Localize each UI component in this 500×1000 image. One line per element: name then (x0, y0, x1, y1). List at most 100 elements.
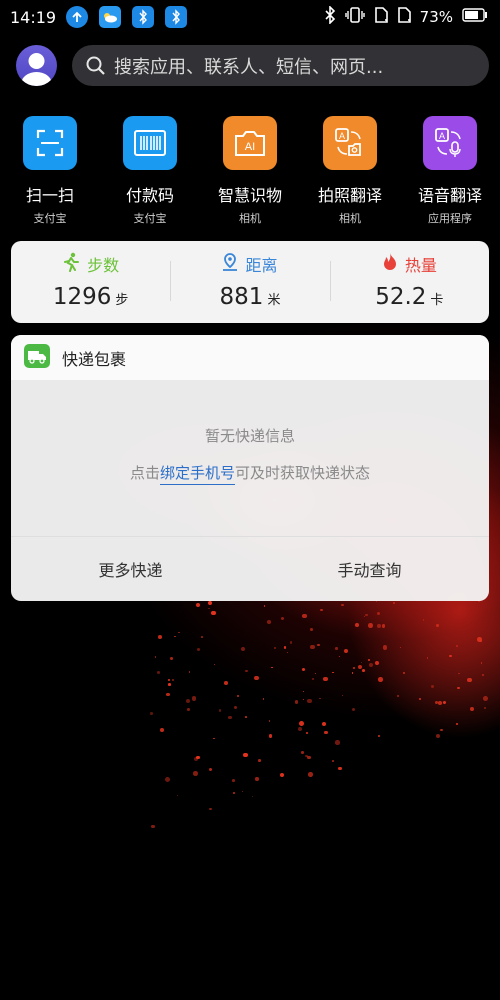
stat-label: 步数 (87, 256, 120, 275)
wallpaper-speck (196, 648, 200, 651)
wallpaper-speck (309, 627, 313, 631)
wallpaper-speck (186, 708, 190, 711)
wallpaper-speck (193, 771, 198, 776)
wallpaper-speck (341, 604, 344, 607)
app-smart-recognition[interactable]: AI 智慧识物 相机 (200, 116, 300, 226)
bluetooth-app-icon (132, 6, 155, 28)
wallpaper-speck (208, 607, 210, 610)
stat-steps[interactable]: 步数 1296 步 (11, 241, 170, 323)
delivery-truck-icon (24, 343, 50, 372)
wallpaper-speck (254, 675, 259, 681)
wallpaper-speck (167, 682, 171, 686)
svg-text:A: A (339, 131, 345, 141)
app-pay-code[interactable]: 付款码 支付宝 (100, 116, 200, 226)
wallpaper-speck (368, 623, 373, 628)
wallpaper-speck (477, 637, 483, 642)
avatar[interactable] (16, 45, 57, 86)
app-name: 付款码 (125, 186, 174, 205)
wallpaper-speck (245, 716, 247, 718)
more-express-button[interactable]: 更多快递 (11, 557, 250, 581)
hint-prefix: 点击 (129, 464, 160, 482)
app-subtitle: 应用程序 (428, 212, 472, 225)
wallpaper-speck (237, 695, 239, 697)
no-sim-icon (374, 6, 388, 28)
stat-unit: 米 (267, 293, 281, 308)
vibrate-icon (344, 6, 365, 28)
app-subtitle: 相机 (239, 212, 261, 225)
wallpaper-speck (151, 824, 155, 829)
wallpaper-speck (289, 641, 293, 644)
battery-label: 73% (419, 8, 453, 26)
voice-translate-icon: A (423, 116, 477, 170)
wallpaper-speck (185, 698, 190, 703)
wallpaper-speck (174, 635, 176, 638)
app-shortcuts: 扫一扫 支付宝 付款码 支付宝 AI 智慧识物 相机 A 拍照翻译 相机 A 语… (0, 116, 500, 226)
wallpaper-speck (435, 733, 440, 738)
wallpaper-speck (393, 602, 395, 604)
stat-calories[interactable]: 热量 52.2 卡 (329, 241, 489, 323)
barcode-icon (123, 116, 177, 170)
running-icon (62, 252, 80, 276)
wallpaper-speck (150, 712, 153, 715)
hint-suffix: 可及时获取快递状态 (235, 464, 371, 482)
wallpaper-speck (267, 620, 272, 624)
wallpaper-speck (438, 701, 442, 705)
wallpaper-speck (442, 700, 446, 704)
wallpaper-speck (376, 611, 380, 615)
wallpaper-speck (308, 772, 313, 777)
wallpaper-speck (196, 602, 201, 607)
wallpaper-speck (419, 698, 421, 700)
wallpaper-speck (320, 609, 323, 612)
wallpaper-speck (314, 672, 316, 674)
app-voice-translate[interactable]: A 语音翻译 应用程序 (400, 116, 500, 226)
wallpaper-speck (332, 760, 334, 762)
express-body: 暂无快递信息 点击绑定手机号可及时获取快递状态 (11, 380, 489, 537)
wallpaper-speck (382, 645, 387, 650)
wallpaper-speck (368, 662, 373, 668)
svg-text:A: A (439, 131, 445, 141)
wallpaper-speck (156, 670, 161, 675)
ai-camera-icon: AI (223, 116, 277, 170)
wallpaper-speck (210, 610, 216, 616)
wallpaper-speck (360, 661, 362, 664)
app-name: 智慧识物 (217, 186, 282, 205)
stat-label: 热量 (404, 256, 437, 275)
bind-phone-link[interactable]: 绑定手机号 (159, 464, 235, 485)
flame-icon (382, 252, 398, 276)
search-bar[interactable]: 搜索应用、联系人、短信、网页... (72, 45, 489, 86)
status-bar: 14:19 73% (0, 0, 500, 34)
wallpaper-speck (367, 658, 370, 661)
wallpaper-speck (321, 721, 326, 727)
wallpaper-speck (358, 664, 363, 669)
wallpaper-speck (439, 728, 443, 732)
photo-translate-icon: A (323, 116, 377, 170)
scan-icon (23, 116, 77, 170)
wallpaper-speck (160, 727, 164, 732)
wallpaper-speck (483, 696, 488, 701)
no-sim-icon (397, 6, 411, 28)
wallpaper-speck (269, 734, 273, 738)
stat-value: 881 (219, 284, 264, 310)
wallpaper-speck (219, 709, 222, 712)
wallpaper-speck (283, 646, 287, 649)
express-title: 快递包裹 (62, 349, 127, 369)
app-name: 语音翻译 (417, 186, 482, 205)
wallpaper-speck (481, 662, 483, 664)
wallpaper-speck (430, 684, 435, 688)
wallpaper-speck (257, 758, 261, 762)
stat-distance[interactable]: 距离 881 米 (170, 241, 329, 323)
svg-text:AI: AI (245, 141, 255, 153)
express-header[interactable]: 快递包裹 (11, 335, 489, 380)
app-scan[interactable]: 扫一扫 支付宝 (0, 116, 100, 226)
search-icon (86, 56, 105, 75)
express-card: 快递包裹 暂无快递信息 点击绑定手机号可及时获取快递状态 更多快递 手动查询 (11, 335, 489, 601)
wallpaper-speck (208, 767, 212, 771)
stat-label: 距离 (245, 256, 278, 275)
wallpaper-speck (302, 698, 304, 700)
app-subtitle: 相机 (339, 212, 361, 225)
health-stats-card[interactable]: 步数 1296 步 距离 881 米 热量 52.2 卡 (11, 241, 489, 323)
manual-query-button[interactable]: 手动查询 (250, 557, 489, 581)
wallpaper-speck (207, 600, 213, 605)
app-photo-translate[interactable]: A 拍照翻译 相机 (300, 116, 400, 226)
wallpaper-speck (381, 624, 386, 628)
